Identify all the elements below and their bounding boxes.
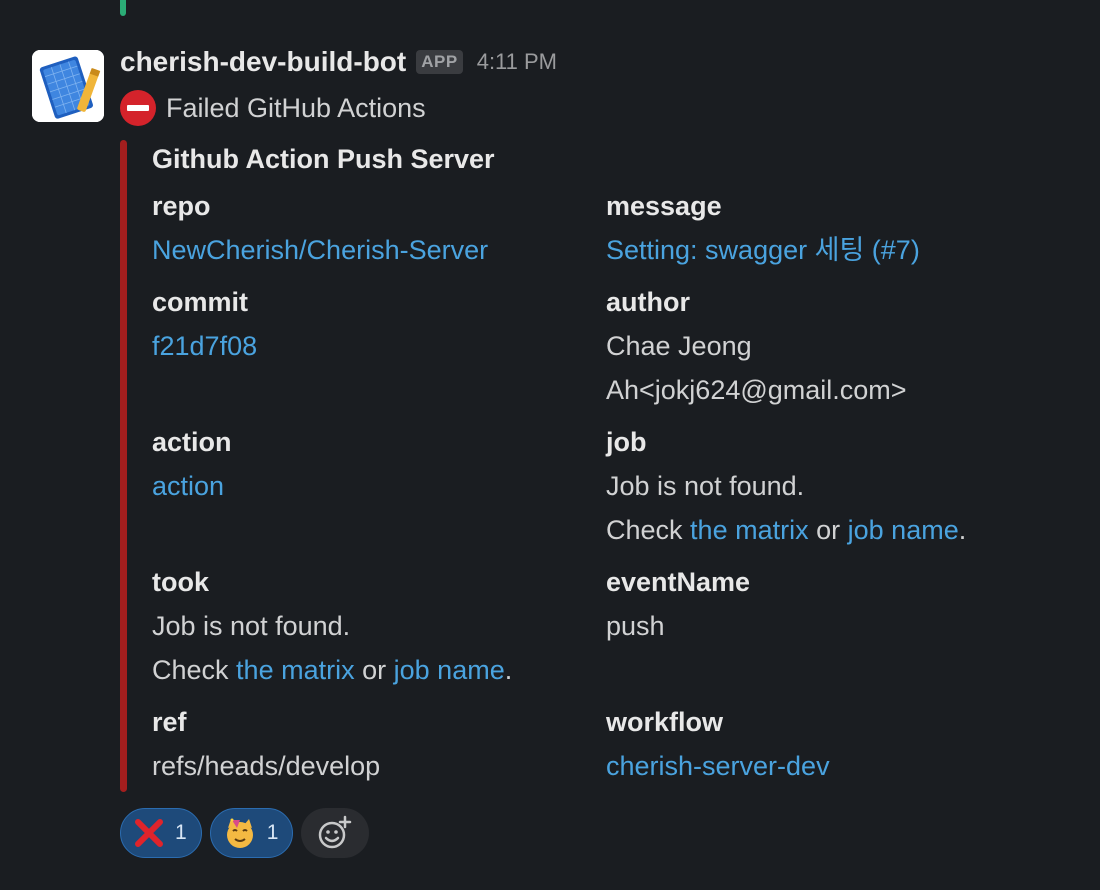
bot-avatar[interactable] [32, 50, 104, 122]
field-label: ref [152, 707, 187, 737]
took-status: Job is not found. [152, 611, 351, 641]
field-label: message [606, 191, 722, 221]
field-commit: commit f21d7f08 [152, 280, 257, 368]
field-action: action action [152, 420, 232, 508]
field-repo: repo NewCherish/Cherish-Server [152, 184, 488, 272]
job-hint: Check the matrix or job name. [606, 508, 966, 552]
took-hint: Check the matrix or job name. [152, 648, 512, 692]
period-text: . [958, 515, 967, 545]
matrix-link[interactable]: the matrix [690, 515, 809, 545]
message-timestamp[interactable]: 4:11 PM [477, 49, 557, 75]
field-author: author Chae Jeong Ah<jokj624@gmail.com> [606, 280, 907, 412]
author-name: Chae Jeong [606, 331, 752, 361]
job-name-link[interactable]: job name [848, 515, 959, 545]
message-header: cherish-dev-build-bot APP 4:11 PM [120, 46, 557, 78]
field-label: action [152, 427, 232, 457]
field-label: took [152, 567, 209, 597]
field-took: took Job is not found. Check the matrix … [152, 560, 512, 692]
attachment-color-bar [120, 140, 127, 792]
field-label: repo [152, 191, 211, 221]
check-text: Check [606, 515, 683, 545]
cross-mark-icon [135, 819, 163, 847]
or-text: or [816, 515, 841, 545]
matrix-link[interactable]: the matrix [236, 655, 355, 685]
repo-link[interactable]: NewCherish/Cherish-Server [152, 228, 488, 272]
event-name-value: push [606, 611, 665, 641]
field-eventname: eventName push [606, 560, 750, 648]
add-emoji-icon [319, 815, 352, 849]
field-label: workflow [606, 707, 724, 737]
app-badge: APP [416, 50, 463, 74]
message-text-row: Failed GitHub Actions [120, 90, 426, 126]
reactions-bar: 1 1 [120, 808, 370, 858]
field-job: job Job is not found. Check the matrix o… [606, 420, 966, 552]
field-label: job [606, 427, 647, 457]
commit-message-link[interactable]: Setting: swagger 세팅 (#7) [606, 228, 920, 272]
bot-name[interactable]: cherish-dev-build-bot [120, 46, 406, 78]
commit-link[interactable]: f21d7f08 [152, 324, 257, 368]
field-ref: ref refs/heads/develop [152, 700, 380, 788]
or-text: or [362, 655, 387, 685]
action-link[interactable]: action [152, 464, 232, 508]
add-reaction-button[interactable] [301, 808, 370, 858]
workflow-link[interactable]: cherish-server-dev [606, 744, 830, 788]
job-name-link[interactable]: job name [394, 655, 505, 685]
message-text: Failed GitHub Actions [166, 92, 426, 123]
reaction-cross-mark[interactable]: 1 [120, 808, 202, 858]
reaction-count: 1 [175, 821, 187, 844]
partying-cat-icon [226, 818, 253, 848]
ref-value: refs/heads/develop [152, 751, 381, 781]
xcode-book-icon [32, 50, 104, 122]
field-label: author [606, 287, 690, 317]
check-text: Check [152, 655, 229, 685]
previous-message-thread-bar [120, 0, 126, 16]
reaction-partying-cat[interactable]: 1 [209, 808, 294, 858]
author-email: Ah<jokj624@gmail.com> [606, 375, 907, 405]
field-label: eventName [606, 567, 751, 597]
field-message: message Setting: swagger 세팅 (#7) [606, 184, 920, 272]
no-entry-icon [120, 90, 156, 126]
field-workflow: workflow cherish-server-dev [606, 700, 830, 788]
field-label: commit [152, 287, 249, 317]
reaction-count: 1 [266, 821, 279, 844]
period-text: . [504, 655, 513, 685]
attachment-title: Github Action Push Server [152, 144, 495, 174]
job-status: Job is not found. [606, 471, 805, 501]
